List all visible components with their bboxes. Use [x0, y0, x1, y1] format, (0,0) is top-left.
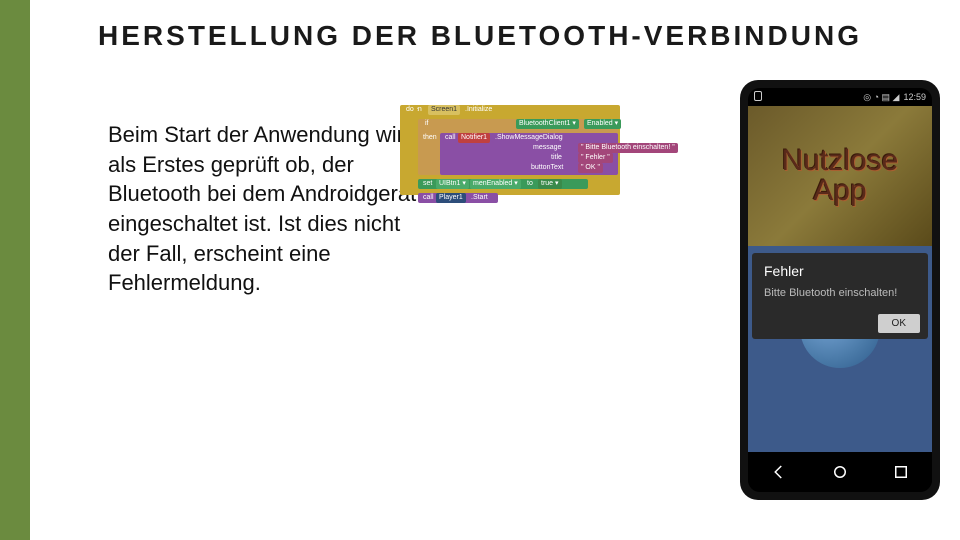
- value-true: true ▾: [538, 179, 562, 189]
- block-enabled: Enabled ▾: [584, 119, 621, 129]
- label-start: .Start: [468, 193, 491, 203]
- label-then: then: [420, 133, 440, 143]
- nav-home-icon[interactable]: [831, 463, 849, 481]
- label-showdialog: .ShowMessageDialog: [492, 133, 566, 143]
- dialog-ok-button[interactable]: OK: [878, 314, 920, 333]
- app-title-line2: App: [813, 176, 866, 206]
- block-uibtn: UIBtn1 ▾: [436, 179, 469, 189]
- value-title: " Fehler ": [578, 153, 613, 163]
- app-banner: Nutzlose App: [748, 106, 932, 246]
- status-time: 12:59: [903, 92, 926, 102]
- label-call2: call: [420, 193, 437, 203]
- label-buttontext: buttonText: [528, 163, 566, 173]
- nav-bar: [748, 452, 932, 492]
- slide-accent-bar: [0, 0, 30, 540]
- slide-body-text: Beim Start der Anwendung wird als Erstes…: [108, 120, 418, 298]
- label-init: .Initialize: [462, 105, 495, 115]
- label-message: message: [530, 143, 564, 153]
- block-bt-client: BluetoothClient1 ▾: [516, 119, 579, 129]
- lock-icon: [754, 91, 762, 101]
- block-notifier: Notifier1: [458, 133, 490, 143]
- label-do: do: [403, 105, 417, 115]
- label-call1: call: [442, 133, 459, 143]
- error-dialog: Fehler Bitte Bluetooth einschalten! OK: [752, 253, 928, 339]
- block-menabled: menEnabled ▾: [470, 179, 521, 189]
- phone-screen: ◎ ◔ ▤ ◢ 12:59 Nutzlose App Fehler Bitte …: [748, 88, 932, 492]
- status-bar: ◎ ◔ ▤ ◢ 12:59: [748, 88, 932, 106]
- nav-back-icon[interactable]: [770, 463, 788, 481]
- block-player: Player1: [436, 193, 466, 203]
- label-title: title: [548, 153, 565, 163]
- dialog-message: Bitte Bluetooth einschalten!: [764, 287, 916, 299]
- label-if: if: [422, 119, 432, 129]
- status-icons: ◎ ◔ ▤ ◢: [863, 92, 899, 103]
- arrow-to-phone: [615, 150, 735, 152]
- label-to: to: [524, 179, 536, 189]
- nav-recent-icon[interactable]: [892, 463, 910, 481]
- phone-mockup: ◎ ◔ ▤ ◢ 12:59 Nutzlose App Fehler Bitte …: [740, 80, 940, 500]
- dialog-title: Fehler: [764, 263, 916, 279]
- label-set: set: [420, 179, 435, 189]
- label-screen: Screen1: [428, 105, 460, 115]
- app-title-line1: Nutzlose: [782, 146, 899, 176]
- slide-title: HERSTELLUNG DER BLUETOOTH-VERBINDUNG: [0, 20, 960, 52]
- value-buttontext: " OK ": [578, 163, 603, 173]
